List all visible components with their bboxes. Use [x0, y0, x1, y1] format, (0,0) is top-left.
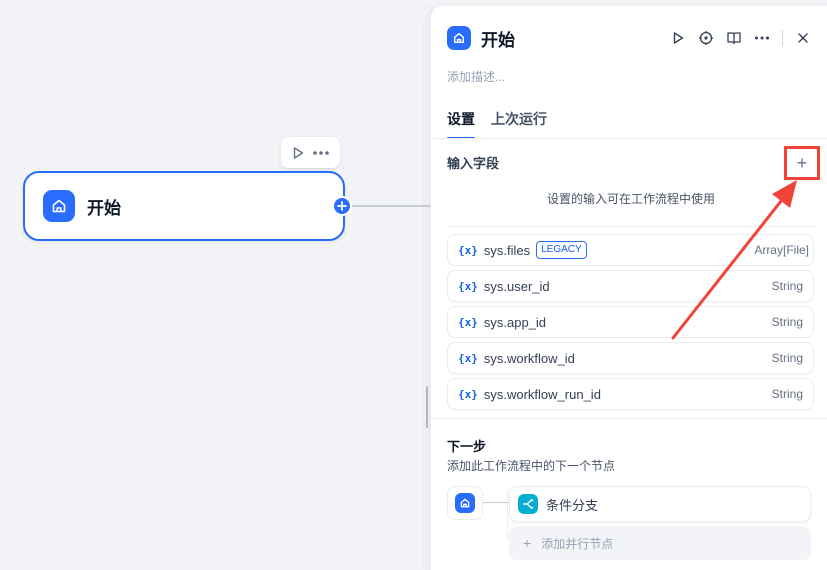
current-node-chip [447, 486, 483, 520]
variable-name: sys.files [483, 242, 531, 258]
add-parallel-label: 添加并行节点 [541, 536, 614, 551]
variable-icon: {x} [458, 351, 478, 365]
tabs-divider [431, 138, 827, 139]
start-node[interactable]: 开始 [23, 171, 345, 241]
variable-row[interactable]: {x} sys.workflow_id String [447, 342, 814, 374]
branch-icon [518, 494, 538, 514]
tab-last-run[interactable]: 上次运行 [491, 109, 547, 139]
variable-list: {x} sys.files LEGACY Array[File] {x} sys… [447, 234, 814, 414]
input-fields-title: 输入字段 [447, 156, 500, 171]
tab-settings[interactable]: 设置 [447, 109, 475, 139]
home-icon [455, 493, 475, 513]
next-step-title: 下一步 [447, 439, 487, 454]
locate-icon[interactable] [692, 26, 720, 50]
plus-icon: + [523, 535, 532, 551]
variable-name: sys.workflow_id [483, 350, 575, 366]
variable-icon: {x} [458, 387, 478, 401]
variable-row[interactable]: {x} sys.files LEGACY Array[File] [447, 234, 814, 266]
description-input[interactable]: 添加描述... [447, 68, 505, 85]
variable-type: String [771, 387, 803, 401]
branch-label: 条件分支 [546, 497, 599, 513]
variable-row[interactable]: {x} sys.app_id String [447, 306, 814, 338]
add-input-field-button[interactable]: + [784, 146, 820, 180]
variable-row[interactable]: {x} sys.workflow_run_id String [447, 378, 814, 410]
variable-icon: {x} [458, 279, 478, 293]
add-parallel-node-button[interactable]: + 添加并行节点 [509, 526, 811, 560]
header-actions [664, 26, 817, 50]
hint-divider [447, 226, 815, 227]
variable-type: String [771, 279, 803, 293]
run-node-icon[interactable] [291, 146, 305, 160]
book-icon[interactable] [720, 26, 748, 50]
variable-icon: {x} [458, 243, 478, 257]
next-connector-vertical [507, 490, 508, 540]
variable-name: sys.workflow_run_id [483, 386, 601, 402]
header-separator [782, 30, 783, 46]
panel-tabs: 设置 上次运行 [447, 109, 547, 139]
panel-title: 开始 [481, 30, 515, 50]
panel-resize-handle[interactable] [426, 386, 428, 428]
plus-icon: + [796, 152, 808, 173]
input-fields-hint: 设置的输入可在工作流程中使用 [546, 192, 715, 206]
add-next-node-handle[interactable] [332, 196, 352, 216]
edge-line [352, 205, 432, 207]
run-step-icon[interactable] [664, 26, 692, 50]
variable-row[interactable]: {x} sys.user_id String [447, 270, 814, 302]
home-icon [447, 26, 471, 50]
more-options-icon[interactable] [312, 150, 330, 156]
node-toolbar [281, 137, 340, 168]
variable-name: sys.user_id [483, 278, 550, 294]
variable-type: String [771, 315, 803, 329]
close-icon[interactable] [789, 26, 817, 50]
legacy-badge: LEGACY [536, 241, 587, 259]
next-connector [483, 502, 509, 503]
variable-icon: {x} [458, 315, 478, 329]
next-node-condition-branch[interactable]: 条件分支 [509, 486, 811, 522]
next-step-description: 添加此工作流程中的下一个节点 [447, 459, 616, 473]
variable-name: sys.app_id [483, 314, 547, 330]
more-icon[interactable] [748, 26, 776, 50]
node-settings-panel: 开始 添加描述... 设置 上次运行 输入字段 + 设置的输入可在工作流程中使用… [430, 6, 827, 570]
panel-header: 开始 [447, 26, 817, 50]
start-node-title: 开始 [87, 198, 121, 218]
variable-type: String [771, 351, 803, 365]
variable-type: Array[File] [754, 243, 809, 257]
section-divider [431, 418, 827, 419]
home-icon [43, 190, 75, 222]
